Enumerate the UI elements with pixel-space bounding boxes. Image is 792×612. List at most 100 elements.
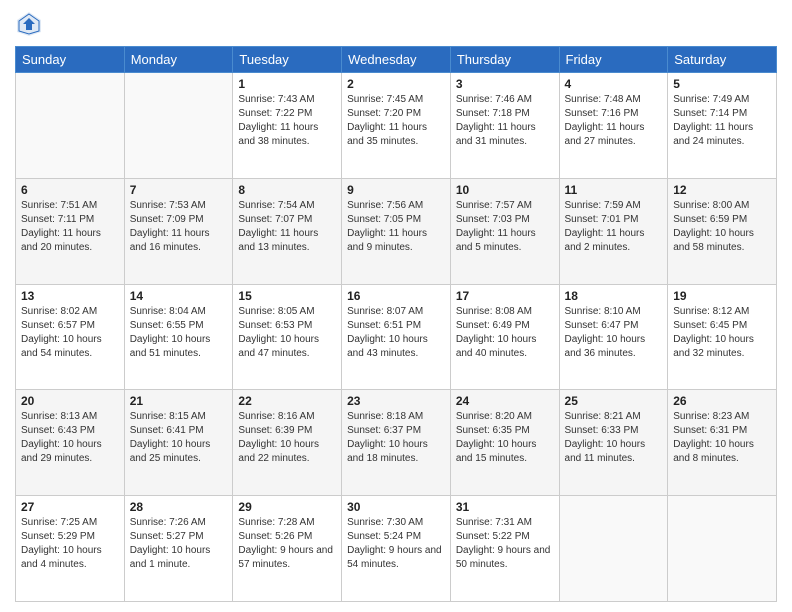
day-number: 1	[238, 77, 336, 91]
day-detail: Sunrise: 8:21 AMSunset: 6:33 PMDaylight:…	[565, 410, 663, 466]
calendar-day-cell: 27Sunrise: 7:25 AMSunset: 5:29 PMDayligh…	[16, 496, 125, 602]
day-number: 26	[673, 394, 771, 408]
calendar-week-row: 1 Sunrise: 7:43 AMSunset: 7:22 PMDaylight…	[16, 73, 777, 179]
day-number: 8	[238, 183, 336, 197]
calendar-day-cell: 29 Sunrise: 7:28 AMSunset: 5:26 PMDayligh…	[233, 496, 342, 602]
day-number: 24	[456, 394, 554, 408]
day-detail: Sunrise: 8:08 AMSunset: 6:49 PMDaylight:…	[456, 305, 554, 361]
day-number: 15	[238, 289, 336, 303]
day-detail: Sunrise: 8:18 AMSunset: 6:37 PMDaylight:…	[347, 410, 445, 466]
day-number: 10	[456, 183, 554, 197]
calendar-day-cell: 28 Sunrise: 7:26 AMSunset: 5:27 PMDayligh…	[124, 496, 233, 602]
page: SundayMondayTuesdayWednesdayThursdayFrid…	[0, 0, 792, 612]
day-number: 28	[130, 500, 228, 514]
day-detail: Sunrise: 8:13 AMSunset: 6:43 PMDaylight:…	[21, 410, 119, 466]
calendar-day-cell	[559, 496, 668, 602]
calendar-day-cell	[16, 73, 125, 179]
calendar-day-cell: 23 Sunrise: 8:18 AMSunset: 6:37 PMDayligh…	[342, 390, 451, 496]
day-number: 18	[565, 289, 663, 303]
day-detail: Sunrise: 8:20 AMSunset: 6:35 PMDaylight:…	[456, 410, 554, 466]
day-number: 29	[238, 500, 336, 514]
day-number: 7	[130, 183, 228, 197]
day-detail: Sunrise: 7:53 AMSunset: 7:09 PMDaylight:…	[130, 199, 228, 255]
day-detail: Sunrise: 8:23 AMSunset: 6:31 PMDaylight:…	[673, 410, 771, 466]
weekday-header-friday: Friday	[559, 47, 668, 73]
calendar-day-cell: 3 Sunrise: 7:46 AMSunset: 7:18 PMDaylight…	[450, 73, 559, 179]
day-number: 16	[347, 289, 445, 303]
day-detail: Sunrise: 8:00 AMSunset: 6:59 PMDaylight:…	[673, 199, 771, 255]
calendar-day-cell: 6 Sunrise: 7:51 AMSunset: 7:11 PMDaylight…	[16, 178, 125, 284]
logo	[15, 10, 47, 38]
day-detail: Sunrise: 8:12 AMSunset: 6:45 PMDaylight:…	[673, 305, 771, 361]
day-detail: Sunrise: 7:28 AMSunset: 5:26 PMDaylight:…	[238, 516, 336, 572]
day-detail: Sunrise: 8:04 AMSunset: 6:55 PMDaylight:…	[130, 305, 228, 361]
day-detail: Sunrise: 7:59 AMSunset: 7:01 PMDaylight:…	[565, 199, 663, 255]
day-detail: Sunrise: 8:07 AMSunset: 6:51 PMDaylight:…	[347, 305, 445, 361]
calendar-week-row: 27Sunrise: 7:25 AMSunset: 5:29 PMDayligh…	[16, 496, 777, 602]
calendar-week-row: 13Sunrise: 8:02 AMSunset: 6:57 PMDayligh…	[16, 284, 777, 390]
day-detail: Sunrise: 7:49 AMSunset: 7:14 PMDaylight:…	[673, 93, 771, 149]
day-number: 4	[565, 77, 663, 91]
day-detail: Sunrise: 7:31 AMSunset: 5:22 PMDaylight:…	[456, 516, 554, 572]
calendar-week-row: 20Sunrise: 8:13 AMSunset: 6:43 PMDayligh…	[16, 390, 777, 496]
calendar-day-cell: 15 Sunrise: 8:05 AMSunset: 6:53 PMDayligh…	[233, 284, 342, 390]
logo-icon	[15, 10, 43, 38]
day-number: 17	[456, 289, 554, 303]
weekday-header-sunday: Sunday	[16, 47, 125, 73]
calendar-table: SundayMondayTuesdayWednesdayThursdayFrid…	[15, 46, 777, 602]
calendar-day-cell: 12 Sunrise: 8:00 AMSunset: 6:59 PMDayligh…	[668, 178, 777, 284]
calendar-day-cell: 20Sunrise: 8:13 AMSunset: 6:43 PMDayligh…	[16, 390, 125, 496]
calendar-day-cell: 1 Sunrise: 7:43 AMSunset: 7:22 PMDaylight…	[233, 73, 342, 179]
day-detail: Sunrise: 7:54 AMSunset: 7:07 PMDaylight:…	[238, 199, 336, 255]
day-detail: Sunrise: 8:10 AMSunset: 6:47 PMDaylight:…	[565, 305, 663, 361]
day-detail: Sunrise: 7:56 AMSunset: 7:05 PMDaylight:…	[347, 199, 445, 255]
day-detail: Sunrise: 8:05 AMSunset: 6:53 PMDaylight:…	[238, 305, 336, 361]
day-number: 2	[347, 77, 445, 91]
calendar-day-cell: 19 Sunrise: 8:12 AMSunset: 6:45 PMDayligh…	[668, 284, 777, 390]
day-detail: Sunrise: 7:26 AMSunset: 5:27 PMDaylight:…	[130, 516, 228, 572]
calendar-day-cell: 9 Sunrise: 7:56 AMSunset: 7:05 PMDaylight…	[342, 178, 451, 284]
weekday-header-wednesday: Wednesday	[342, 47, 451, 73]
calendar-day-cell: 14 Sunrise: 8:04 AMSunset: 6:55 PMDayligh…	[124, 284, 233, 390]
day-detail: Sunrise: 7:48 AMSunset: 7:16 PMDaylight:…	[565, 93, 663, 149]
weekday-header-tuesday: Tuesday	[233, 47, 342, 73]
weekday-header-saturday: Saturday	[668, 47, 777, 73]
calendar-day-cell: 24 Sunrise: 8:20 AMSunset: 6:35 PMDayligh…	[450, 390, 559, 496]
day-number: 30	[347, 500, 445, 514]
day-detail: Sunrise: 7:46 AMSunset: 7:18 PMDaylight:…	[456, 93, 554, 149]
calendar-day-cell: 31 Sunrise: 7:31 AMSunset: 5:22 PMDayligh…	[450, 496, 559, 602]
weekday-header-thursday: Thursday	[450, 47, 559, 73]
calendar-day-cell: 13Sunrise: 8:02 AMSunset: 6:57 PMDayligh…	[16, 284, 125, 390]
calendar-day-cell: 11Sunrise: 7:59 AMSunset: 7:01 PMDayligh…	[559, 178, 668, 284]
calendar-day-cell: 26 Sunrise: 8:23 AMSunset: 6:31 PMDayligh…	[668, 390, 777, 496]
calendar-day-cell: 16 Sunrise: 8:07 AMSunset: 6:51 PMDayligh…	[342, 284, 451, 390]
calendar-week-row: 6 Sunrise: 7:51 AMSunset: 7:11 PMDaylight…	[16, 178, 777, 284]
calendar-day-cell: 17 Sunrise: 8:08 AMSunset: 6:49 PMDayligh…	[450, 284, 559, 390]
day-number: 9	[347, 183, 445, 197]
day-number: 19	[673, 289, 771, 303]
header	[15, 10, 777, 38]
calendar-day-cell: 10 Sunrise: 7:57 AMSunset: 7:03 PMDayligh…	[450, 178, 559, 284]
weekday-header-monday: Monday	[124, 47, 233, 73]
calendar-day-cell: 21Sunrise: 8:15 AMSunset: 6:41 PMDayligh…	[124, 390, 233, 496]
day-number: 23	[347, 394, 445, 408]
day-number: 31	[456, 500, 554, 514]
day-number: 12	[673, 183, 771, 197]
calendar-day-cell: 8 Sunrise: 7:54 AMSunset: 7:07 PMDaylight…	[233, 178, 342, 284]
day-detail: Sunrise: 7:43 AMSunset: 7:22 PMDaylight:…	[238, 93, 336, 149]
day-number: 22	[238, 394, 336, 408]
calendar-day-cell	[668, 496, 777, 602]
day-detail: Sunrise: 8:02 AMSunset: 6:57 PMDaylight:…	[21, 305, 119, 361]
calendar-day-cell: 4 Sunrise: 7:48 AMSunset: 7:16 PMDaylight…	[559, 73, 668, 179]
calendar-day-cell: 5Sunrise: 7:49 AMSunset: 7:14 PMDaylight…	[668, 73, 777, 179]
day-number: 3	[456, 77, 554, 91]
day-detail: Sunrise: 7:51 AMSunset: 7:11 PMDaylight:…	[21, 199, 119, 255]
day-number: 6	[21, 183, 119, 197]
day-detail: Sunrise: 8:15 AMSunset: 6:41 PMDaylight:…	[130, 410, 228, 466]
day-detail: Sunrise: 7:57 AMSunset: 7:03 PMDaylight:…	[456, 199, 554, 255]
day-detail: Sunrise: 7:30 AMSunset: 5:24 PMDaylight:…	[347, 516, 445, 572]
calendar-day-cell: 22Sunrise: 8:16 AMSunset: 6:39 PMDayligh…	[233, 390, 342, 496]
day-number: 14	[130, 289, 228, 303]
day-detail: Sunrise: 7:25 AMSunset: 5:29 PMDaylight:…	[21, 516, 119, 572]
calendar-day-cell: 25Sunrise: 8:21 AMSunset: 6:33 PMDayligh…	[559, 390, 668, 496]
